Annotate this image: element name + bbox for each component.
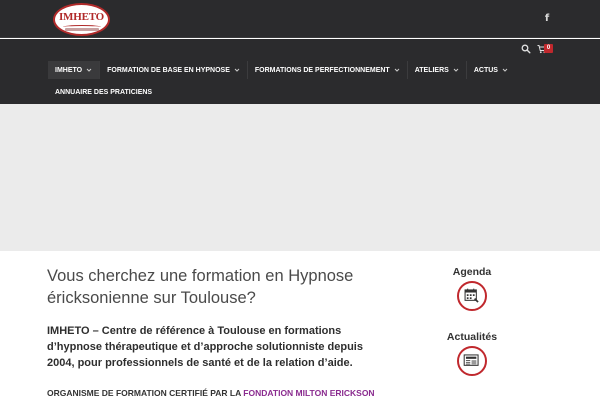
nav-item-formations-de-perfectionnement[interactable]: FORMATIONS DE PERFECTIONNEMENT bbox=[246, 61, 407, 79]
nav-item-label: ANNUAIRE DES PRATICIENS bbox=[55, 88, 153, 96]
agenda-widget-title[interactable]: Agenda bbox=[437, 266, 507, 278]
nav-item-label: FORMATIONS DE PERFECTIONNEMENT bbox=[254, 66, 390, 74]
news-widget-link[interactable] bbox=[457, 346, 487, 376]
news-widget-title[interactable]: Actualités bbox=[437, 331, 507, 343]
nav-item-imheto[interactable]: IMHETO bbox=[48, 61, 100, 79]
nav-item-ateliers[interactable]: ATELIERS bbox=[406, 61, 466, 79]
fondation-milton-erickson-link[interactable]: FONDATION MILTON ERICKSON bbox=[243, 388, 374, 398]
nav-item-formation-de-base[interactable]: FORMATION DE BASE EN HYPNOSE bbox=[99, 61, 247, 79]
nav-item-label: FORMATION DE BASE EN HYPNOSE bbox=[107, 66, 230, 74]
imheto-logo[interactable]: IMHETO bbox=[53, 3, 110, 36]
page-headline: Vous cherchez une formation en Hypnose é… bbox=[47, 267, 354, 307]
nav-item-actus[interactable]: ACTUS bbox=[465, 61, 515, 79]
main-menu: IMHETO FORMATION DE BASE EN HYPNOSE FORM… bbox=[48, 61, 515, 79]
cart-count-badge: 0 bbox=[544, 44, 553, 53]
logo-wordmark: IMHETO bbox=[58, 11, 105, 23]
nav-item-label: ACTUS bbox=[473, 66, 498, 74]
logo-tagline bbox=[65, 28, 99, 31]
facebook-icon[interactable]: f bbox=[543, 13, 551, 25]
search-icon[interactable] bbox=[521, 44, 531, 54]
nav-item-label: IMHETO bbox=[55, 66, 83, 74]
chevron-down-icon bbox=[502, 68, 508, 72]
calendar-icon bbox=[464, 288, 479, 303]
chevron-down-icon bbox=[234, 68, 240, 72]
intro-paragraph: IMHETO – Centre de référence à Toulouse … bbox=[47, 325, 363, 369]
agenda-widget-link[interactable] bbox=[457, 281, 487, 311]
chevron-down-icon bbox=[86, 68, 92, 72]
navigation-bar: 0 IMHETO FORMATION DE BASE EN HYPNOSE FO… bbox=[0, 39, 600, 104]
nav-item-annuaire-des-praticiens[interactable]: ANNUAIRE DES PRATICIENS bbox=[48, 83, 159, 101]
main-menu-row-2: ANNUAIRE DES PRATICIENS bbox=[48, 83, 159, 101]
chevron-down-icon bbox=[453, 68, 459, 72]
nav-item-label: ATELIERS bbox=[414, 66, 449, 74]
chevron-down-icon bbox=[394, 68, 400, 72]
hero-banner bbox=[0, 104, 600, 251]
newspaper-icon bbox=[463, 354, 479, 366]
certification-line: ORGANISME DE FORMATION CERTIFIÉ PAR LA F… bbox=[47, 388, 387, 398]
top-bar: IMHETO f bbox=[0, 0, 600, 38]
certification-text: ORGANISME DE FORMATION CERTIFIÉ PAR LA bbox=[47, 388, 244, 398]
